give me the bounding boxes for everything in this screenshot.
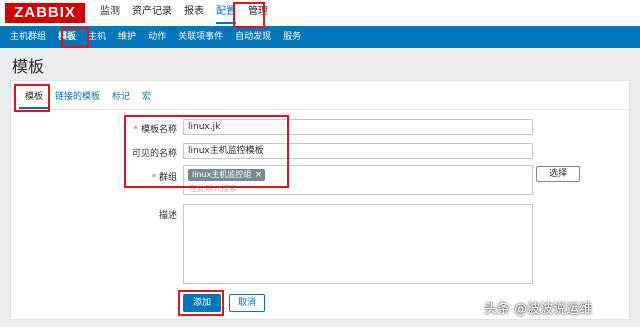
sub-menu-host-groups[interactable]: 主机群组: [4, 26, 52, 48]
top-bar: ZABBIX 监测 资产记录 报表 配置 管理: [0, 0, 640, 26]
tab-macros[interactable]: 宏: [136, 87, 157, 109]
description-label: 描述: [158, 211, 177, 221]
sub-menu-services[interactable]: 服务: [277, 26, 307, 48]
tab-linked-templates[interactable]: 链接的模板: [49, 87, 106, 109]
tab-tags[interactable]: 标记: [106, 87, 136, 109]
page-title: 模板: [12, 59, 45, 76]
annotation-tab-template: [14, 84, 50, 112]
tab-divider: [11, 109, 629, 110]
form-container: 模板 链接的模板 标记 宏 * 模板名称 linux.jk 可见的名称 linu…: [10, 80, 630, 320]
zabbix-logo[interactable]: ZABBIX: [5, 3, 85, 23]
sub-menu-actions[interactable]: 动作: [142, 26, 172, 48]
top-menu-monitoring[interactable]: 监测: [94, 0, 126, 26]
annotation-configuration: [233, 2, 265, 28]
description-textarea[interactable]: [183, 204, 533, 284]
sub-menu-maintenance[interactable]: 维护: [112, 26, 142, 48]
annotation-add-button: [178, 290, 224, 316]
annotation-templates: [61, 27, 89, 48]
sub-menu: 主机群组 模板 主机 维护 动作 关联项事件 自动发现 服务: [0, 26, 640, 48]
sub-menu-event-correlation[interactable]: 关联项事件: [172, 26, 229, 48]
watermark: 头条 @波波说运维: [484, 302, 593, 317]
sub-menu-discovery[interactable]: 自动发现: [229, 26, 277, 48]
top-menu-reports[interactable]: 报表: [178, 0, 210, 26]
cancel-button[interactable]: 取消: [229, 294, 265, 312]
select-groups-button[interactable]: 选择: [536, 166, 580, 182]
annotation-form-fields: [124, 115, 289, 188]
top-menu-inventory[interactable]: 资产记录: [126, 0, 178, 26]
